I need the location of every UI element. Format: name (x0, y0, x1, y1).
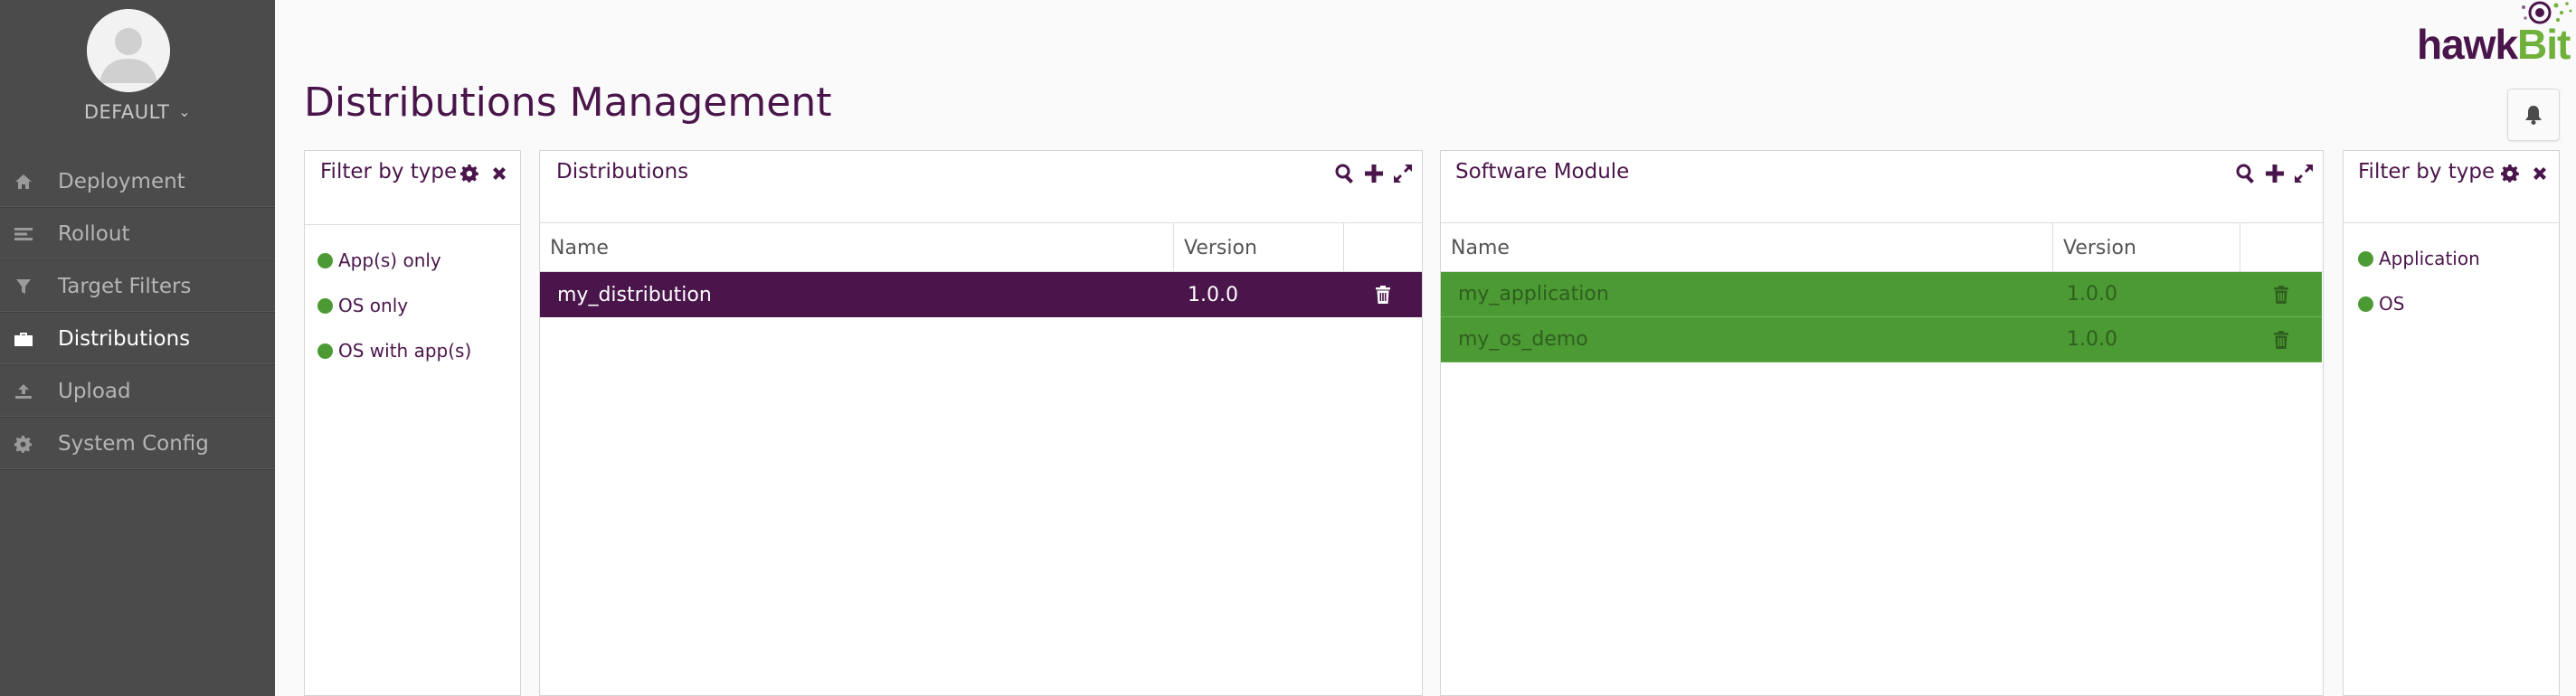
nav-item-upload[interactable]: Upload (0, 365, 275, 418)
gear-icon (5, 418, 42, 469)
nav-item-label: Rollout (58, 221, 130, 246)
trash-icon (2274, 285, 2288, 304)
close-icon[interactable] (488, 162, 511, 185)
panel-tools (1333, 162, 1415, 185)
delete-button[interactable] (2240, 272, 2322, 317)
column-header-actions (2240, 223, 2323, 272)
briefcase-icon (5, 313, 42, 364)
home-icon (5, 155, 42, 207)
table-body: my_application 1.0.0 my_os_demo 1.0.0 (1441, 272, 2323, 362)
panel-header: Filter by type (305, 151, 520, 225)
filter-item-apps-only[interactable]: App(s) only (305, 238, 520, 283)
logo-text-bit: Bit (2517, 21, 2571, 68)
panel-title: Filter by type (320, 160, 458, 183)
type-color-dot (2358, 250, 2373, 267)
add-icon[interactable] (2263, 162, 2287, 185)
nav-item-label: System Config (58, 431, 209, 456)
gear-icon[interactable] (2499, 162, 2523, 185)
panel-header: Filter by type (2344, 151, 2559, 223)
hawkbit-logo: hawkBit (2417, 0, 2576, 72)
type-color-dot (317, 343, 333, 359)
panel-tools (459, 162, 511, 185)
tenant-label: DEFAULT (83, 101, 170, 123)
dist-type-filter-panel: Filter by type App(s) only OS only OS wi… (304, 150, 521, 696)
software-module-panel: Software Module Name Version my_applicat… (1440, 150, 2324, 696)
cell-version: 1.0.0 (2067, 283, 2117, 306)
delete-button[interactable] (1344, 272, 1422, 317)
type-color-dot (317, 297, 333, 314)
table-row[interactable]: my_distribution 1.0.0 (540, 272, 1422, 317)
filter-item-label: Application (2379, 248, 2480, 269)
filter-item-os-with-apps[interactable]: OS with app(s) (305, 328, 520, 373)
nav-item-distributions[interactable]: Distributions (0, 313, 275, 365)
table-row[interactable]: my_os_demo 1.0.0 (1441, 317, 2322, 362)
filter-item-label: OS with app(s) (338, 340, 472, 362)
filter-item-label: OS (2379, 293, 2405, 315)
bell-icon (2525, 106, 2542, 125)
trash-icon (1376, 286, 1390, 304)
notifications-button[interactable] (2507, 89, 2560, 141)
panel-title: Software Module (1455, 160, 1630, 183)
column-header-actions (1344, 223, 1422, 272)
nav-item-system-config[interactable]: System Config (0, 418, 275, 470)
panel-header: Distributions (540, 151, 1422, 223)
close-icon[interactable] (2528, 162, 2552, 185)
panel-tools (2234, 162, 2316, 185)
column-header-name[interactable]: Name (1441, 223, 2053, 272)
table-row[interactable]: my_application 1.0.0 (1441, 272, 2322, 317)
cell-name: my_os_demo (1458, 328, 1588, 351)
filter-item-application[interactable]: Application (2344, 236, 2559, 281)
filter-list: Application OS (2344, 223, 2559, 326)
page-title: Distributions Management (304, 80, 832, 126)
sidebar: DEFAULT ⌄ Deployment Rollout Target Filte… (0, 0, 275, 696)
distributions-panel: Distributions Name Version my_distributi… (539, 150, 1423, 696)
chevron-down-icon: ⌄ (178, 103, 192, 120)
nav-item-label: Distributions (58, 326, 191, 351)
type-color-dot (317, 252, 333, 268)
filter-item-os-only[interactable]: OS only (305, 283, 520, 328)
column-header-version[interactable]: Version (2053, 223, 2240, 272)
nav-item-deployment[interactable]: Deployment (0, 155, 275, 208)
panel-tools (2499, 162, 2552, 185)
app-root: DEFAULT ⌄ Deployment Rollout Target Filte… (0, 0, 2576, 696)
trash-icon (2274, 330, 2288, 349)
filter-list: App(s) only OS only OS with app(s) (305, 225, 520, 373)
column-header-name[interactable]: Name (540, 223, 1174, 272)
cell-version: 1.0.0 (1188, 283, 1238, 306)
logo-wordmark: hawkBit (2417, 20, 2571, 69)
main-nav: Deployment Rollout Target Filters Distri… (0, 155, 275, 470)
add-icon[interactable] (1362, 162, 1386, 185)
list-icon (5, 208, 42, 259)
nav-item-rollout[interactable]: Rollout (0, 208, 275, 260)
search-icon[interactable] (1333, 162, 1357, 185)
cell-name: my_distribution (557, 283, 712, 306)
delete-button[interactable] (2240, 317, 2322, 362)
panel-header: Software Module (1441, 151, 2323, 223)
filter-item-os[interactable]: OS (2344, 281, 2559, 326)
table-header: Name Version (1441, 223, 2323, 272)
filter-item-label: App(s) only (338, 249, 441, 271)
nav-item-label: Deployment (58, 169, 185, 193)
tenant-selector[interactable]: DEFAULT ⌄ (0, 101, 275, 123)
cell-version: 1.0.0 (2067, 328, 2117, 351)
expand-icon[interactable] (2292, 162, 2316, 185)
nav-item-target-filters[interactable]: Target Filters (0, 260, 275, 313)
panel-title: Distributions (556, 160, 689, 183)
cell-name: my_application (1458, 283, 1609, 306)
filter-item-label: OS only (338, 295, 409, 316)
panel-title: Filter by type (2358, 160, 2496, 183)
nav-item-label: Target Filters (58, 274, 192, 298)
column-header-version[interactable]: Version (1174, 223, 1344, 272)
nav-item-label: Upload (58, 379, 131, 403)
sm-type-filter-panel: Filter by type Application OS (2343, 150, 2560, 696)
type-color-dot (2358, 296, 2373, 312)
table-header: Name Version (540, 223, 1422, 272)
search-icon[interactable] (2234, 162, 2258, 185)
expand-icon[interactable] (1391, 162, 1415, 185)
upload-icon (5, 365, 42, 417)
filter-icon (5, 260, 42, 312)
user-avatar[interactable] (87, 9, 170, 92)
logo-text-hawk: hawk (2417, 21, 2518, 68)
gear-icon[interactable] (459, 162, 482, 185)
